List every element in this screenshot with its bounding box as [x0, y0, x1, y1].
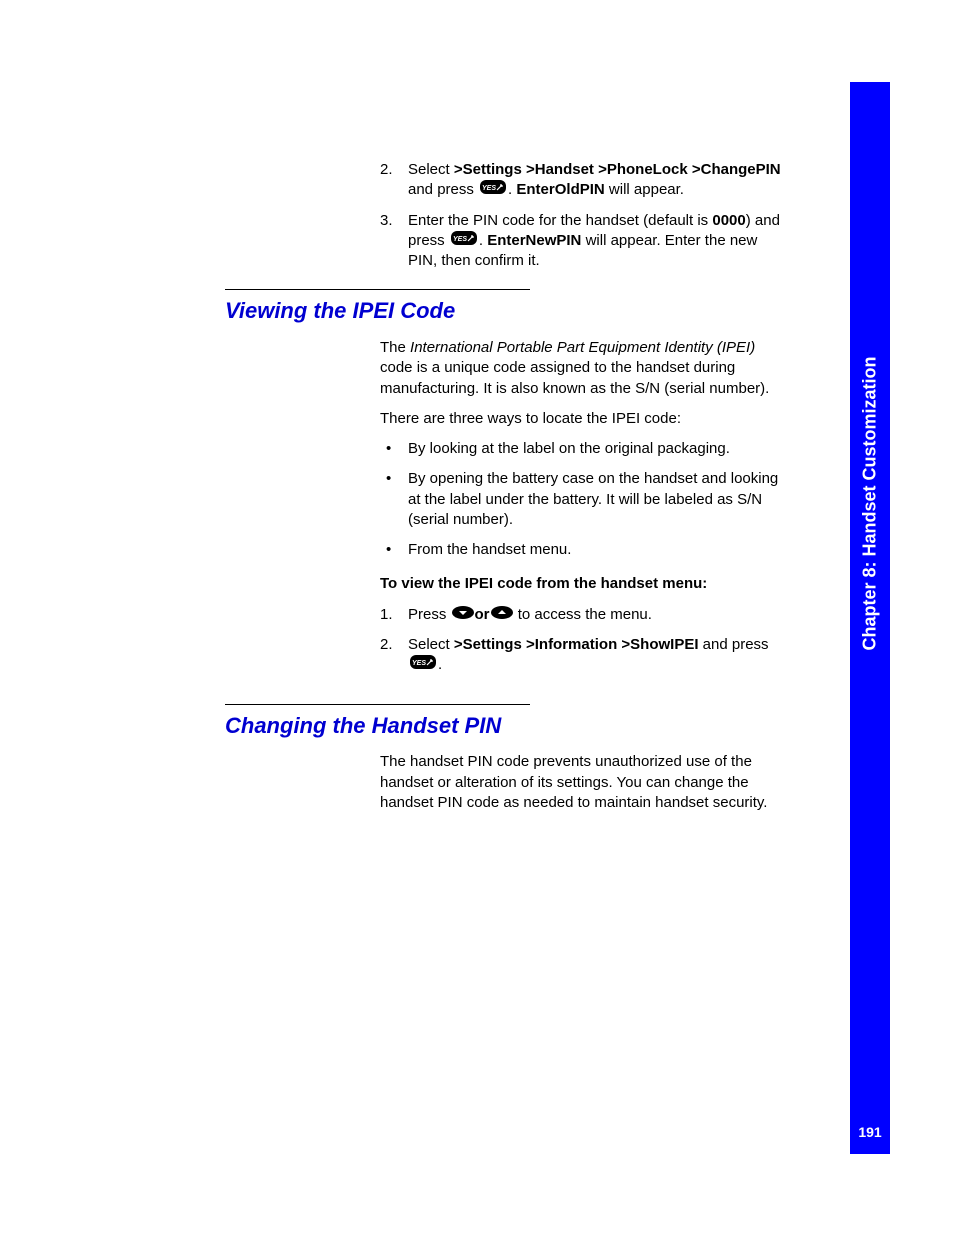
- chapter-label: Chapter 8: Handset Customization: [860, 356, 881, 650]
- step-3: 3. Enter the PIN code for the handset (d…: [380, 211, 785, 272]
- menu-path: >Settings >Information >ShowIPEI: [454, 636, 699, 653]
- section-rule: [225, 704, 530, 705]
- page-number: 191: [850, 1124, 890, 1140]
- chapter-sidebar: Chapter 8: Handset Customization 191: [850, 82, 890, 1154]
- svg-text:YES: YES: [482, 185, 496, 192]
- text: Press: [408, 606, 446, 623]
- text: .: [438, 656, 442, 673]
- list-item: By looking at the label on the original …: [380, 439, 785, 459]
- yes-key-icon: YES: [451, 231, 477, 251]
- text: .: [479, 232, 483, 249]
- text: will appear.: [609, 181, 684, 198]
- prompt-label: EnterOldPIN: [516, 181, 604, 198]
- ipei-intro: The International Portable Part Equipmen…: [380, 338, 785, 399]
- up-arrow-key-icon: [491, 605, 513, 625]
- or-text: or: [475, 606, 490, 623]
- text: and press: [408, 181, 474, 198]
- section-heading-ipei: Viewing the IPEI Code: [225, 296, 785, 326]
- yes-key-icon: YES: [480, 180, 506, 200]
- ipei-ways-list: By looking at the label on the original …: [380, 439, 785, 560]
- text: .: [508, 181, 512, 198]
- text: Select: [408, 636, 450, 653]
- section2-body: The handset PIN code prevents unauthoriz…: [380, 752, 785, 813]
- page-content: 2. Select >Settings >Handset >PhoneLock …: [225, 160, 785, 823]
- pin-intro: The handset PIN code prevents unauthoriz…: [380, 752, 785, 813]
- step-2: 2. Select >Settings >Information >ShowIP…: [380, 635, 785, 676]
- step-1: 1. Press or to access the menu.: [380, 605, 785, 625]
- svg-text:YES: YES: [453, 236, 467, 243]
- section-heading-pin: Changing the Handset PIN: [225, 711, 785, 741]
- text: to access the menu.: [518, 606, 652, 623]
- top-step-block: 2. Select >Settings >Handset >PhoneLock …: [380, 160, 785, 271]
- text: The: [380, 339, 406, 356]
- text: Select: [408, 161, 450, 178]
- list-item: From the handset menu.: [380, 540, 785, 560]
- ipei-menu-subhead: To view the IPEI code from the handset m…: [380, 574, 785, 594]
- ipei-term: International Portable Part Equipment Id…: [410, 339, 755, 356]
- down-arrow-key-icon: [452, 605, 474, 625]
- text: and press: [703, 636, 769, 653]
- svg-text:YES: YES: [412, 660, 426, 667]
- menu-path: >Settings >Handset >PhoneLock >ChangePIN: [454, 161, 781, 178]
- step-2: 2. Select >Settings >Handset >PhoneLock …: [380, 160, 785, 201]
- step-number: 2.: [380, 160, 393, 180]
- list-item: By opening the battery case on the hands…: [380, 469, 785, 530]
- yes-key-icon: YES: [410, 655, 436, 675]
- prompt-label: EnterNewPIN: [487, 232, 581, 249]
- section-rule: [225, 289, 530, 290]
- default-pin: 0000: [712, 212, 745, 229]
- text: Enter the PIN code for the handset (defa…: [408, 212, 708, 229]
- step-number: 3.: [380, 211, 393, 231]
- ipei-ways-intro: There are three ways to locate the IPEI …: [380, 409, 785, 429]
- document-page: Chapter 8: Handset Customization 191 2. …: [0, 0, 954, 1235]
- section1-body: The International Portable Part Equipmen…: [380, 338, 785, 675]
- step-number: 2.: [380, 635, 393, 655]
- ipei-menu-steps: 1. Press or to access the menu. 2. Selec…: [380, 605, 785, 676]
- text: code is a unique code assigned to the ha…: [380, 359, 769, 396]
- step-number: 1.: [380, 605, 393, 625]
